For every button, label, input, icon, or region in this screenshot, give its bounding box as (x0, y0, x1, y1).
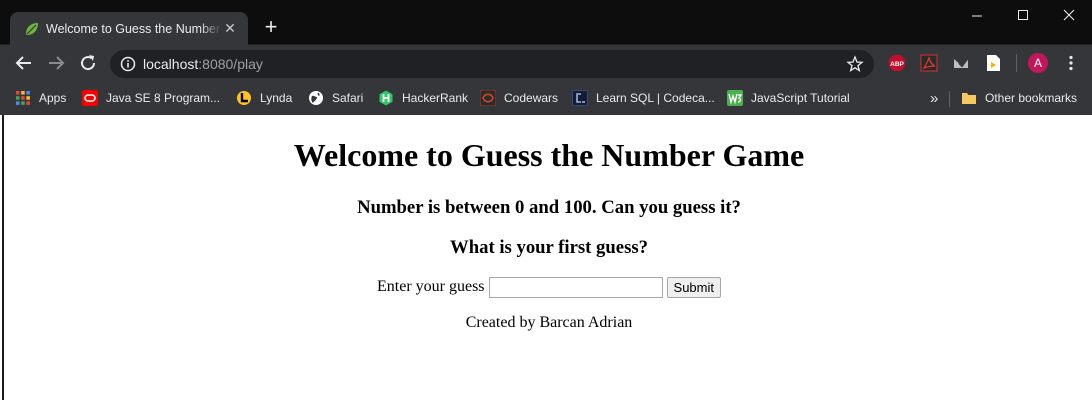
google-keep-icon[interactable] (984, 54, 1002, 72)
bookmark-safari[interactable]: Safari (308, 89, 363, 107)
lynda-icon (237, 91, 251, 105)
w3schools-icon (727, 90, 743, 106)
address-bar[interactable]: localhost:8080/play (110, 50, 874, 78)
other-bookmarks-label: Other bookmarks (985, 91, 1078, 105)
bookmark-hackerrank[interactable]: HackerRank (378, 89, 468, 107)
bookmark-label: Safari (332, 91, 364, 105)
bookmark-label: Codewars (504, 91, 559, 105)
info-icon[interactable] (120, 56, 136, 72)
guess-form: Enter your guess Submit (4, 275, 1092, 299)
url-host: localhost (143, 56, 199, 72)
url-text: localhost:8080/play (143, 56, 263, 72)
bookmark-codewars[interactable]: Codewars (480, 89, 558, 107)
author-credit: Created by Barcan Adrian (465, 314, 633, 331)
bookmarks-overflow-button[interactable]: » (930, 89, 938, 107)
mailtrack-icon[interactable] (952, 54, 970, 72)
bookmark-apps[interactable]: Apps (15, 89, 66, 107)
bookmark-lynda[interactable]: Lynda (236, 89, 292, 107)
apps-grid-icon (16, 91, 30, 105)
other-bookmarks-folder[interactable]: Other bookmarks (961, 89, 1077, 107)
reload-icon[interactable] (78, 53, 98, 73)
bookmarks-bar: Apps Java SE 8 Program... Lynda Safari H… (0, 82, 1092, 115)
adobe-pdf-icon[interactable] (920, 54, 938, 72)
bookmarks-divider (949, 91, 950, 107)
safari-globe-icon (309, 91, 323, 105)
bookmark-label: HackerRank (402, 91, 469, 105)
spring-leaf-icon (26, 23, 38, 35)
bookmark-javascript-tutorial[interactable]: JavaScript Tutorial (727, 89, 850, 107)
maximize-icon[interactable] (1012, 6, 1034, 24)
close-window-icon[interactable] (1058, 6, 1080, 24)
folder-icon (962, 93, 976, 104)
bookmark-label: Lynda (260, 91, 293, 105)
range-instruction: Number is between 0 and 100. Can you gue… (357, 197, 741, 218)
hackerrank-icon (379, 90, 393, 106)
codewars-icon (480, 90, 496, 106)
tab-title-fade (200, 18, 222, 40)
bookmark-star-icon[interactable] (846, 55, 864, 73)
codecademy-icon (572, 90, 588, 106)
menu-kebab-icon[interactable] (1062, 54, 1080, 72)
url-path: :8080/play (198, 56, 263, 72)
browser-tab[interactable]: Welcome to Guess the Number Game ✕ (10, 12, 248, 45)
tab-title: Welcome to Guess the Number Game (46, 22, 220, 36)
submit-button[interactable]: Submit (666, 276, 721, 298)
browser-chrome: Welcome to Guess the Number Game ✕ + (0, 0, 1092, 115)
adblock-plus-label: ABP (890, 61, 904, 68)
tab-strip: Welcome to Guess the Number Game ✕ + (0, 0, 1092, 45)
bookmark-label: JavaScript Tutorial (751, 91, 850, 105)
bookmark-label: Java SE 8 Program... (106, 91, 221, 105)
minimize-icon[interactable] (966, 6, 988, 24)
back-arrow-icon[interactable] (14, 53, 34, 73)
forward-arrow-icon[interactable] (46, 53, 66, 73)
bookmark-label: Learn SQL | Codeca... (596, 91, 715, 105)
page-title: Welcome to Guess the Number Game (293, 137, 805, 173)
new-tab-icon[interactable]: + (260, 16, 282, 38)
guess-input-label: Enter your guess (377, 278, 485, 295)
bookmark-java-se-8[interactable]: Java SE 8 Program... (82, 89, 220, 107)
toolbar-divider (1016, 54, 1017, 72)
oracle-icon (82, 90, 98, 106)
toolbar: localhost:8080/play ABP A (0, 45, 1092, 82)
page-content: Welcome to Guess the Number Game Number … (2, 115, 1092, 400)
guess-input[interactable] (488, 276, 663, 298)
close-tab-icon[interactable]: ✕ (222, 20, 238, 36)
bookmark-label: Apps (39, 91, 67, 105)
bookmark-learn-sql[interactable]: Learn SQL | Codeca... (572, 89, 715, 107)
adblock-plus-icon[interactable]: ABP (888, 54, 906, 72)
guess-prompt: What is your first guess? (450, 237, 648, 258)
profile-avatar[interactable]: A (1028, 53, 1048, 73)
